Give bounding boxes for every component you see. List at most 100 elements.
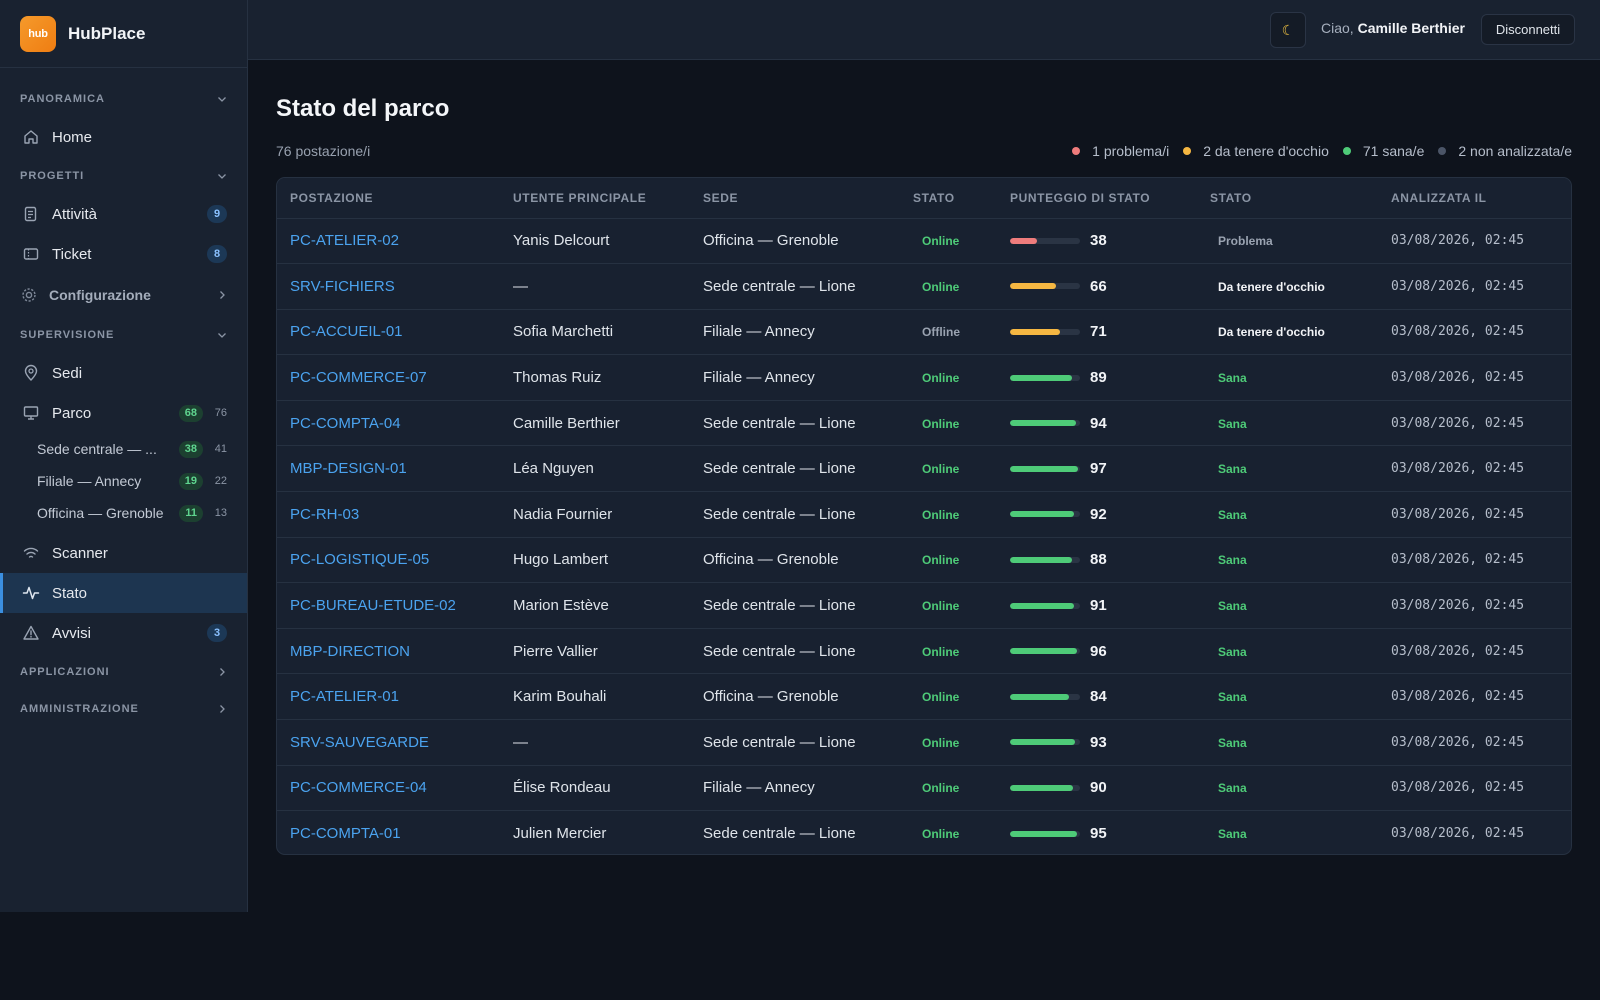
cell-sede: Officina — Grenoble — [703, 232, 839, 250]
device-link[interactable]: MBP-DESIGN-01 — [290, 460, 407, 477]
cell-analizzata: 03/08/2026, 02:45 — [1378, 719, 1571, 766]
health-badge: Sana — [1218, 371, 1247, 386]
section-supervisione[interactable]: SUPERVISIONE — [0, 316, 247, 353]
section-progetti[interactable]: PROGETTI — [0, 157, 247, 194]
section-applicazioni[interactable]: APPLICAZIONI — [0, 653, 247, 690]
top-bar: ☾ Ciao, Camille Berthier Disconnetti — [248, 0, 1600, 60]
device-link[interactable]: MBP-DIRECTION — [290, 643, 410, 660]
device-link[interactable]: PC-COMMERCE-07 — [290, 369, 427, 386]
cell-analizzata: 03/08/2026, 02:45 — [1378, 627, 1571, 674]
sidebar-item-label: Attività — [52, 205, 98, 223]
cell-postazione: PC-COMPTA-04 — [277, 399, 500, 446]
device-link[interactable]: PC-BUREAU-ETUDE-02 — [290, 597, 456, 614]
table-row[interactable]: PC-COMPTA-04 Camille Berthier Sede central… — [277, 399, 1571, 446]
sidebar-item-avvisi[interactable]: Avvisi 3 — [0, 613, 247, 653]
table-row[interactable]: MBP-DESIGN-01 Léa Nguyen Sede centrale — L… — [277, 445, 1571, 492]
table-row[interactable]: PC-LOGISTIQUE-05 Hugo Lambert Officina — G… — [277, 536, 1571, 583]
cell-postazione: PC-BUREAU-ETUDE-02 — [277, 582, 500, 629]
sidebar-subitem-site[interactable]: Officina — Grenoble 11 13 — [0, 497, 247, 529]
sidebar-item-parco[interactable]: Parco 68 76 — [0, 393, 247, 433]
legend-item: 2 da tenere d'occhio — [1183, 143, 1329, 159]
health-badge: Sana — [1218, 462, 1247, 477]
column-header-stato[interactable]: STATO — [900, 178, 997, 219]
score-value: 66 — [1090, 277, 1107, 295]
sidebar-item-sedi[interactable]: Sedi — [0, 353, 247, 393]
sidebar-item-home[interactable]: Home — [0, 117, 247, 157]
column-header-sede[interactable]: SEDE — [690, 178, 900, 219]
device-link[interactable]: SRV-FICHIERS — [290, 278, 395, 295]
device-link[interactable]: SRV-SAUVEGARDE — [290, 734, 429, 751]
sidebar-item-scanner[interactable]: Scanner — [0, 533, 247, 573]
table-row[interactable]: SRV-SAUVEGARDE — Sede centrale — Lione Onli… — [277, 719, 1571, 766]
cell-punteggio: 84 — [997, 673, 1197, 720]
device-link[interactable]: PC-ATELIER-01 — [290, 688, 399, 705]
gear-icon — [22, 288, 36, 302]
site-label: Officina — Grenoble — [37, 505, 164, 521]
cell-utente: Thomas Ruiz — [500, 354, 690, 401]
section-amministrazione[interactable]: AMMINISTRAZIONE — [0, 690, 247, 727]
table-row[interactable]: MBP-DIRECTION Pierre Vallier Sede centrale… — [277, 627, 1571, 674]
column-header-postazione[interactable]: POSTAZIONE — [277, 178, 500, 219]
cell-postazione: PC-ACCUEIL-01 — [277, 308, 500, 355]
logout-button[interactable]: Disconnetti — [1481, 14, 1575, 45]
column-header-stato-salute[interactable]: STATO — [1197, 178, 1378, 219]
sidebar-item-label: Scanner — [52, 544, 108, 562]
column-header-analizzata[interactable]: ANALIZZATA IL — [1378, 178, 1571, 219]
table-row[interactable]: PC-BUREAU-ETUDE-02 Marion Estève Sede cent… — [277, 582, 1571, 629]
device-link[interactable]: PC-COMMERCE-04 — [290, 779, 427, 796]
status-badge: Online — [922, 644, 960, 659]
cell-analizzata: 03/08/2026, 02:45 — [1391, 233, 1525, 249]
device-link[interactable]: PC-ACCUEIL-01 — [290, 323, 403, 340]
sidebar-subitem-site[interactable]: Filiale — Annecy 19 22 — [0, 465, 247, 497]
user-name: Camille Berthier — [1357, 20, 1465, 36]
chevron-right-icon — [220, 667, 225, 676]
table-row[interactable]: PC-ATELIER-02 Yanis Delcourt Officina — Gr… — [277, 218, 1571, 264]
score-value: 71 — [1090, 323, 1107, 341]
section-label: SUPERVISIONE — [20, 328, 115, 341]
cell-postazione: PC-RH-03 — [277, 491, 500, 538]
table-row[interactable]: SRV-FICHIERS — Sede centrale — Lione Online… — [277, 263, 1571, 310]
health-badge: Sana — [1218, 690, 1247, 705]
device-link[interactable]: PC-COMPTA-01 — [290, 825, 401, 842]
device-link[interactable]: PC-COMPTA-04 — [290, 415, 401, 432]
column-header-punteggio[interactable]: PUNTEGGIO DI STATO — [997, 178, 1197, 219]
health-badge: Sana — [1218, 553, 1247, 568]
score-value: 97 — [1090, 460, 1107, 478]
device-link[interactable]: PC-RH-03 — [290, 506, 359, 523]
table-row[interactable]: PC-RH-03 Nadia Fournier Sede centrale — Li… — [277, 491, 1571, 538]
table-row[interactable]: PC-COMMERCE-04 Élise Rondeau Filiale — Ann… — [277, 764, 1571, 811]
sidebar-item-configurazione[interactable]: Configurazione — [0, 274, 247, 316]
cell-utente: Marion Estève — [500, 582, 690, 629]
cell-utente: Nadia Fournier — [500, 491, 690, 538]
table-row[interactable]: PC-ATELIER-01 Karim Bouhali Officina — Gre… — [277, 673, 1571, 720]
cell-postazione: PC-ATELIER-01 — [277, 673, 500, 720]
sidebar-item-label: Configurazione — [49, 287, 151, 303]
cell-salute: Sana — [1197, 445, 1378, 492]
table-row[interactable]: PC-COMPTA-01 Julien Mercier Sede centrale … — [277, 810, 1571, 854]
column-header-utente[interactable]: UTENTE PRINCIPALE — [500, 178, 690, 219]
health-score: 71 — [1010, 323, 1197, 340]
device-link[interactable]: PC-LOGISTIQUE-05 — [290, 551, 429, 568]
sidebar-item-label: Avvisi — [52, 624, 91, 642]
sidebar-item-stato[interactable]: Stato — [0, 573, 247, 613]
online-count-badge: 68 — [178, 404, 203, 422]
brand[interactable]: hub HubPlace — [0, 0, 247, 68]
health-badge: Sana — [1218, 599, 1247, 614]
status-badge: Online — [922, 781, 960, 796]
health-badge: Sana — [1218, 735, 1247, 750]
theme-toggle-button[interactable]: ☾ — [1270, 12, 1306, 48]
table-row[interactable]: PC-COMMERCE-07 Thomas Ruiz Filiale — Annec… — [277, 354, 1571, 401]
table-row[interactable]: PC-ACCUEIL-01 Sofia Marchetti Filiale — An… — [277, 308, 1571, 355]
cell-sede: Filiale — Annecy — [690, 308, 900, 355]
sidebar-item-ticket[interactable]: Ticket 8 — [0, 234, 247, 274]
section-panoramica[interactable]: PANORAMICA — [0, 80, 247, 117]
health-score: 38 — [1010, 232, 1197, 249]
cell-utente: Pierre Vallier — [500, 627, 690, 674]
sidebar-item-attivita[interactable]: Attività 9 — [0, 194, 247, 234]
score-bar-fill — [1010, 328, 1060, 335]
cell-salute: Sana — [1197, 810, 1378, 854]
device-link[interactable]: PC-ATELIER-02 — [290, 232, 399, 249]
score-value: 92 — [1090, 505, 1107, 523]
sidebar-subitem-site[interactable]: Sede centrale — ... 38 41 — [0, 433, 247, 465]
cell-punteggio: 97 — [997, 445, 1197, 492]
